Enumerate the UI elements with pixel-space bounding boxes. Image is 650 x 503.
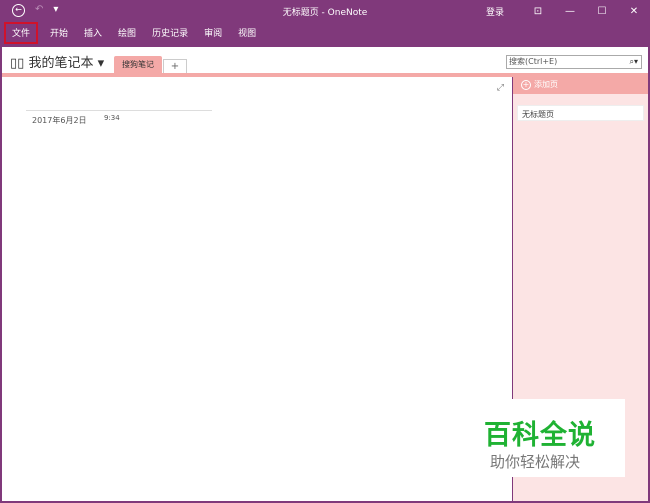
expand-icon[interactable]: ⤢: [497, 83, 504, 93]
minimize-button[interactable]: —: [554, 6, 586, 17]
tab-insert[interactable]: 插入: [76, 22, 110, 44]
tab-review[interactable]: 审阅: [196, 22, 230, 44]
tab-view[interactable]: 视图: [230, 22, 264, 44]
notebook-selector[interactable]: ▯▯ 我的笔记本 ▾: [10, 52, 104, 71]
section-tab[interactable]: 搜狗笔记: [114, 56, 162, 73]
page-date: 2017年6月2日: [32, 116, 87, 125]
watermark-title: 百科全说: [484, 420, 596, 451]
ribbon-display-icon[interactable]: ⊡: [522, 6, 554, 17]
notebook-bar: ▯▯ 我的笔记本 ▾ 搜狗笔记 + 搜索(Ctrl+E) ⌕▾: [2, 47, 648, 73]
ribbon-tabs: 文件 开始 插入 绘图 历史记录 审阅 视图: [0, 22, 264, 44]
search-input[interactable]: 搜索(Ctrl+E) ⌕▾: [506, 55, 642, 69]
plus-circle-icon: +: [521, 80, 531, 90]
title-bar: ← ↶ ▾ 无标题页 - OneNote 登录 ⊡ — ☐ ✕: [0, 0, 650, 22]
maximize-button[interactable]: ☐: [586, 6, 618, 17]
notebook-icon: ▯▯: [10, 56, 29, 71]
close-button[interactable]: ✕: [618, 6, 650, 17]
add-page-button[interactable]: + 添加页: [513, 77, 648, 94]
watermark: 百科全说 助你轻松解决: [476, 399, 625, 477]
tab-file[interactable]: 文件: [4, 22, 39, 44]
search-icon[interactable]: ⌕▾: [630, 56, 639, 68]
tab-history[interactable]: 历史记录: [144, 22, 196, 44]
search-placeholder: 搜索(Ctrl+E): [509, 57, 558, 66]
page-title-line: [26, 110, 212, 111]
login-button[interactable]: 登录: [486, 5, 504, 18]
add-page-label: 添加页: [534, 80, 558, 89]
watermark-subtitle: 助你轻松解决: [490, 453, 581, 471]
notebook-name: 我的笔记本 ▾: [28, 56, 105, 71]
tab-draw[interactable]: 绘图: [110, 22, 144, 44]
page-canvas[interactable]: 2017年6月2日 9:34 ⤢: [2, 77, 512, 501]
page-list-item[interactable]: 无标题页: [517, 105, 644, 121]
add-section-button[interactable]: +: [163, 59, 187, 73]
tab-home[interactable]: 开始: [42, 22, 76, 44]
page-time: 9:34: [104, 114, 120, 122]
